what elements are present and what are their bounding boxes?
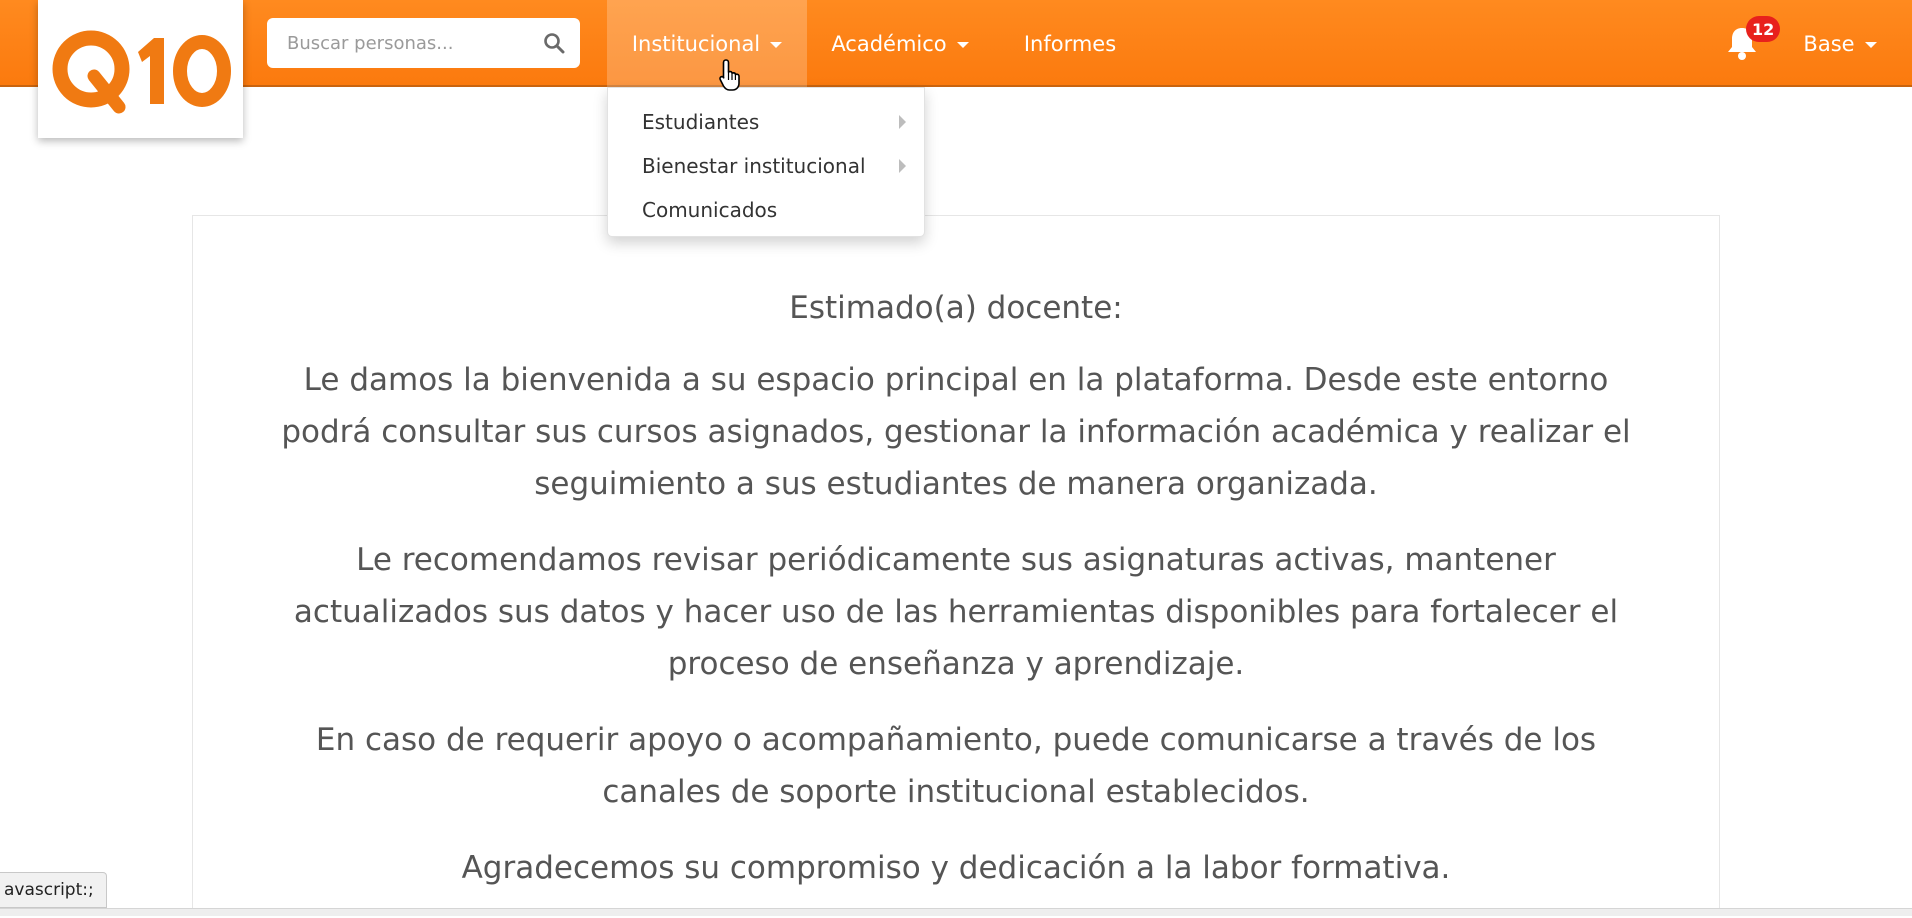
browser-status-bar: avascript:;	[0, 872, 107, 908]
status-bar-url: avascript:;	[4, 880, 94, 900]
institucional-dropdown-menu: Estudiantes Bienestar institucional Comu…	[607, 87, 925, 237]
search-icon[interactable]	[542, 31, 566, 55]
menu-item-estudiantes[interactable]: Estudiantes	[608, 100, 924, 144]
nav-institucional-label: Institucional	[631, 31, 761, 56]
notification-badge: 12	[1746, 16, 1781, 42]
q10-logo-icon	[52, 30, 231, 114]
message-paragraph: Le recomendamos revisar periódicamente s…	[293, 542, 1619, 682]
menu-item-label: Comunicados	[642, 198, 778, 222]
top-navbar: Institucional Académico Informes 12 Base	[0, 0, 1912, 138]
nav-informes-label: Informes	[1023, 31, 1117, 56]
menu-item-comunicados[interactable]: Comunicados	[608, 188, 924, 232]
caret-down-icon	[1864, 42, 1877, 48]
message-paragraph: En caso de requerir apoyo o acompañamien…	[315, 722, 1597, 810]
caret-down-icon	[956, 42, 969, 48]
menu-item-bienestar-institucional[interactable]: Bienestar institucional	[608, 144, 924, 188]
user-menu-base[interactable]: Base	[1790, 0, 1890, 87]
message-paragraph: Agradecemos su compromiso y dedicación a…	[461, 850, 1451, 886]
window-bottom-edge	[0, 908, 1912, 916]
hand-cursor-icon	[718, 58, 744, 96]
nav-institucional[interactable]: Institucional	[607, 0, 807, 87]
menu-item-label: Bienestar institucional	[642, 154, 866, 178]
chevron-right-icon	[899, 115, 906, 129]
search-field[interactable]	[267, 18, 580, 68]
user-menu-label: Base	[1803, 31, 1855, 56]
q10-logo[interactable]	[38, 0, 243, 138]
caret-down-icon	[770, 42, 783, 48]
menu-item-label: Estudiantes	[642, 110, 760, 134]
nav-academico[interactable]: Académico	[820, 0, 980, 87]
search-input[interactable]	[285, 31, 542, 55]
greeting-text: Estimado(a) docente:	[789, 290, 1123, 326]
chevron-right-icon	[899, 159, 906, 173]
welcome-message: Estimado(a) docente: Le damos la bienven…	[260, 282, 1652, 918]
nav-informes[interactable]: Informes	[1010, 0, 1130, 87]
message-paragraph: Le damos la bienvenida a su espacio prin…	[281, 362, 1631, 502]
nav-academico-label: Académico	[831, 31, 947, 56]
